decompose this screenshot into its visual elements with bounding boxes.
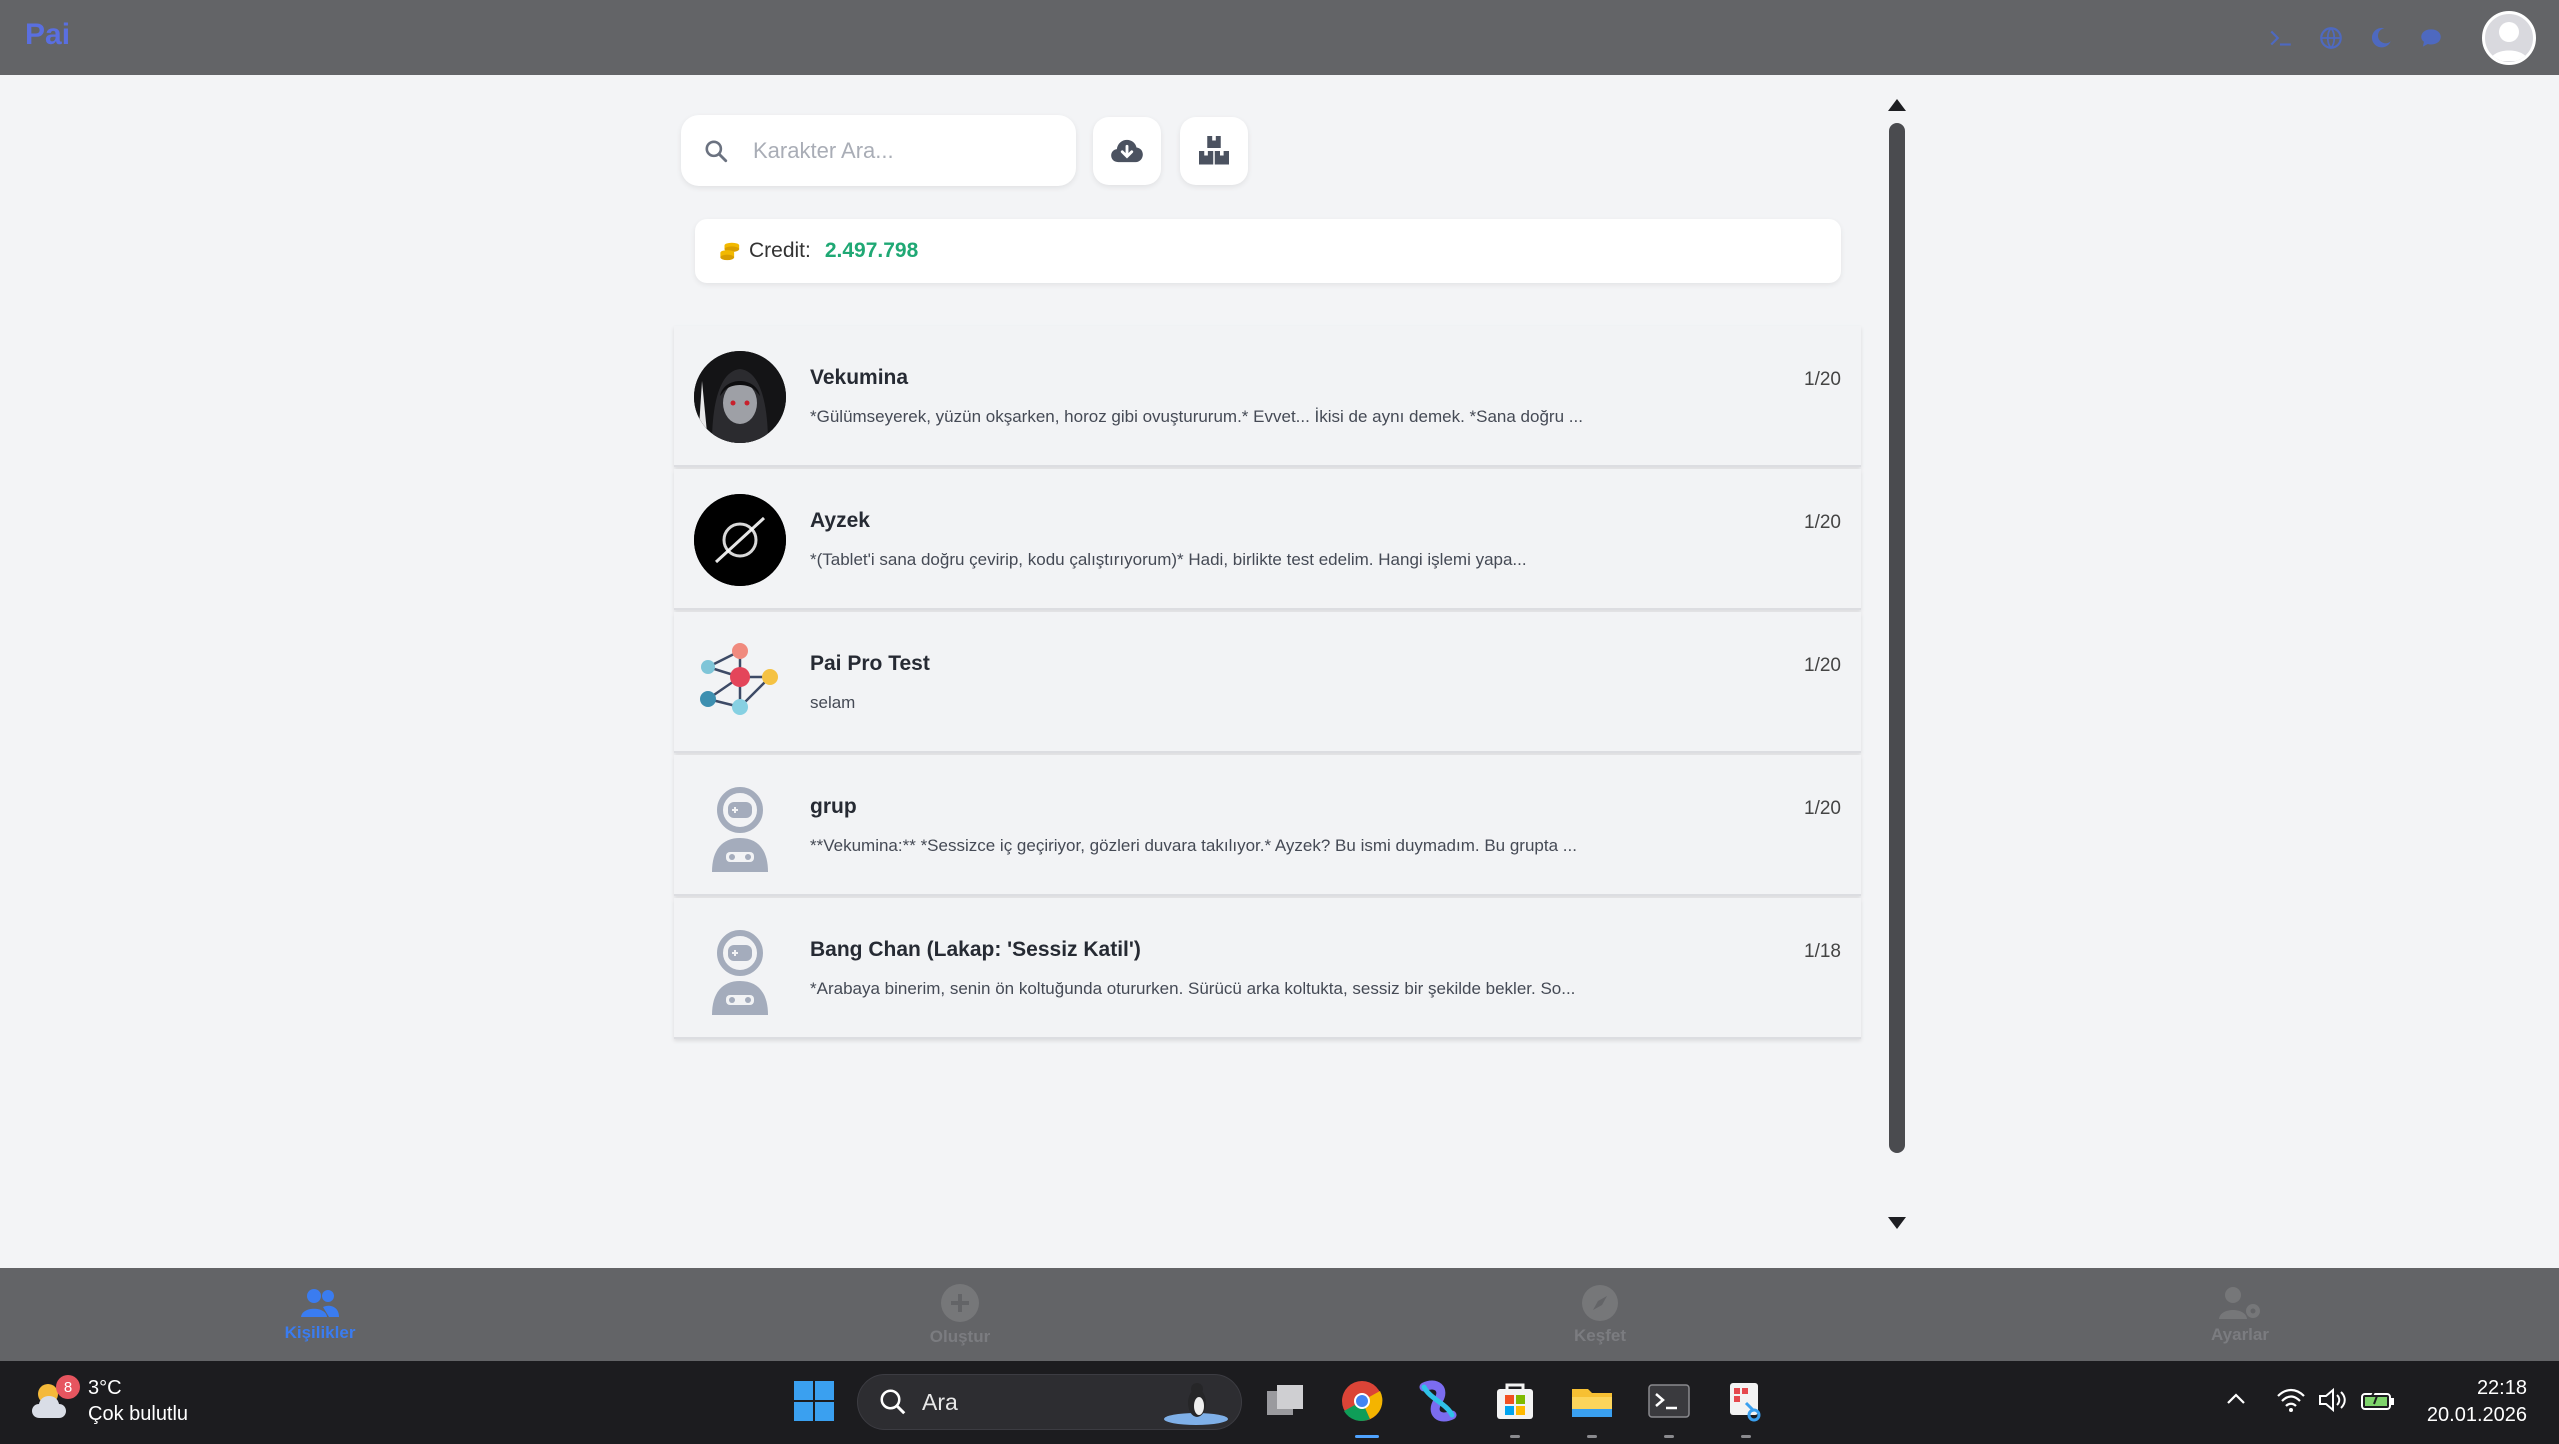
temperature: 3°C bbox=[88, 1377, 122, 1399]
nav-kisilikler[interactable]: Kişilikler bbox=[220, 1268, 420, 1361]
task-view-icon[interactable] bbox=[1263, 1379, 1307, 1423]
last-message: selam bbox=[810, 693, 856, 712]
m365-copilot-icon[interactable] bbox=[1416, 1379, 1460, 1423]
snipping-indicator bbox=[1741, 1435, 1751, 1438]
weather-badge: 8 bbox=[56, 1375, 80, 1399]
terminal-app-icon[interactable] bbox=[1647, 1379, 1691, 1423]
last-message: **Vekumina:** *Sessizce iç geçiriyor, gö… bbox=[810, 836, 1577, 855]
credit-label: Credit: bbox=[749, 239, 811, 262]
top-bar: Pai bbox=[0, 0, 2559, 75]
character-avatar-bang-chan bbox=[694, 923, 786, 1015]
microsoft-store-icon[interactable] bbox=[1493, 1379, 1537, 1423]
top-actions bbox=[2268, 0, 2559, 75]
cloud-download-icon bbox=[1111, 139, 1143, 163]
character-row[interactable]: Vekumina 1/20 *Gülümseyerek, yüzün okşar… bbox=[674, 326, 1861, 467]
cloud-download-button[interactable] bbox=[1093, 117, 1161, 185]
system-clock[interactable]: 22:18 20.01.2026 bbox=[2427, 1375, 2527, 1429]
search-input[interactable] bbox=[753, 137, 1053, 164]
robot-avatar-icon bbox=[712, 787, 768, 872]
boxes-button[interactable] bbox=[1180, 117, 1248, 185]
coins-icon bbox=[720, 242, 740, 261]
last-message: *(Tablet'i sana doğru çevirip, kodu çalı… bbox=[810, 550, 1527, 569]
nav-kesfet[interactable]: Keşfet bbox=[1500, 1268, 1700, 1361]
robot-avatar-icon bbox=[712, 930, 768, 1015]
clock-date: 20.01.2026 bbox=[2426, 1404, 2527, 1426]
nav-label: Oluştur bbox=[929, 1326, 991, 1346]
main-content: Credit: 2.497.798 Vekumina 1/20 *Gülümse… bbox=[0, 75, 2559, 1268]
globe-icon[interactable] bbox=[2318, 25, 2344, 51]
clock-time: 22:18 bbox=[2476, 1377, 2527, 1399]
wifi-icon[interactable] bbox=[2276, 1387, 2306, 1413]
scroll-down-arrow[interactable] bbox=[1888, 1217, 1906, 1229]
taskbar-search[interactable]: Ara bbox=[857, 1374, 1242, 1430]
nav-label: Kişilikler bbox=[284, 1322, 356, 1342]
bottom-navigation: Kişilikler Oluştur Keşfet Ayarlar bbox=[0, 1268, 2559, 1361]
nav-label: Keşfet bbox=[1574, 1325, 1626, 1345]
character-avatar-pai-pro-test bbox=[694, 637, 786, 729]
chrome-active-indicator bbox=[1355, 1435, 1379, 1438]
character-row[interactable]: grup 1/20 **Vekumina:** *Sessizce iç geç… bbox=[674, 755, 1861, 896]
search-icon bbox=[880, 1389, 906, 1415]
message-count: 1/20 bbox=[1804, 798, 1841, 819]
character-avatar-grup bbox=[694, 780, 786, 872]
nav-ayarlar[interactable]: Ayarlar bbox=[2140, 1268, 2340, 1361]
user-avatar[interactable] bbox=[2482, 10, 2536, 65]
boxes-icon bbox=[1199, 136, 1229, 165]
character-name: Pai Pro Test bbox=[810, 652, 930, 675]
app-brand[interactable]: Pai bbox=[25, 18, 70, 52]
search-icon bbox=[705, 139, 728, 162]
character-avatar-ayzek bbox=[694, 494, 786, 586]
plus-circle-icon bbox=[941, 1283, 979, 1322]
explorer-indicator bbox=[1587, 1435, 1597, 1438]
volume-icon[interactable] bbox=[2318, 1387, 2350, 1413]
character-name: Ayzek bbox=[810, 509, 870, 532]
file-explorer-icon[interactable] bbox=[1570, 1379, 1614, 1423]
character-row[interactable]: Pai Pro Test 1/20 selam bbox=[674, 612, 1861, 753]
penguin-highlight-icon bbox=[1164, 1383, 1228, 1425]
users-icon bbox=[301, 1288, 339, 1317]
snipping-tool-icon[interactable] bbox=[1724, 1379, 1768, 1423]
store-indicator bbox=[1510, 1435, 1520, 1438]
user-silhouette-icon bbox=[2490, 21, 2528, 61]
weather-widget[interactable]: 8 3°C Çok bulutlu bbox=[30, 1375, 188, 1427]
nav-label: Ayarlar bbox=[2211, 1324, 2269, 1344]
message-count: 1/20 bbox=[1804, 512, 1841, 533]
character-name: Vekumina bbox=[810, 366, 909, 389]
message-count: 1/20 bbox=[1804, 655, 1841, 676]
character-list: Vekumina 1/20 *Gülümseyerek, yüzün okşar… bbox=[674, 326, 1861, 1041]
character-name: grup bbox=[810, 795, 857, 818]
scroll-up-arrow[interactable] bbox=[1888, 99, 1906, 111]
last-message: *Arabaya binerim, senin ön koltuğunda ot… bbox=[810, 979, 1576, 998]
weather-condition: Çok bulutlu bbox=[88, 1403, 189, 1425]
moon-icon[interactable] bbox=[2368, 25, 2394, 51]
character-search bbox=[681, 115, 1076, 186]
character-row[interactable]: Bang Chan (Lakap: 'Sessiz Katil') 1/18 *… bbox=[674, 898, 1861, 1039]
eclipse-ring-avatar-icon bbox=[694, 494, 786, 586]
chevron-up-icon[interactable] bbox=[2224, 1387, 2248, 1411]
message-count: 1/18 bbox=[1804, 941, 1841, 962]
taskbar-search-label: Ara bbox=[922, 1388, 958, 1415]
user-gear-icon bbox=[2219, 1286, 2260, 1319]
network-graph-avatar-icon bbox=[700, 643, 778, 715]
anime-girl-avatar-icon bbox=[694, 351, 786, 443]
terminal-indicator bbox=[1664, 1435, 1674, 1438]
message-count: 1/20 bbox=[1804, 369, 1841, 390]
compass-icon bbox=[1582, 1284, 1618, 1321]
credit-value: 2.497.798 bbox=[824, 239, 919, 262]
windows-taskbar: 8 3°C Çok bulutlu Ara 22:18 20.01.2026 bbox=[0, 1361, 2559, 1444]
scrollbar-thumb[interactable] bbox=[1889, 123, 1905, 1153]
character-name: Bang Chan (Lakap: 'Sessiz Katil') bbox=[810, 938, 1141, 961]
windows-start-icon[interactable] bbox=[792, 1379, 836, 1423]
credit-bar: Credit: 2.497.798 bbox=[695, 219, 1841, 283]
chrome-icon[interactable] bbox=[1340, 1379, 1384, 1423]
terminal-icon[interactable] bbox=[2268, 25, 2294, 51]
nav-olustur[interactable]: Oluştur bbox=[860, 1268, 1060, 1361]
character-avatar-vekumina bbox=[694, 351, 786, 443]
battery-charging-icon[interactable] bbox=[2360, 1387, 2396, 1413]
chat-icon[interactable] bbox=[2418, 25, 2444, 51]
character-row[interactable]: Ayzek 1/20 *(Tablet'i sana doğru çevirip… bbox=[674, 469, 1861, 610]
last-message: *Gülümseyerek, yüzün okşarken, horoz gib… bbox=[810, 407, 1583, 426]
